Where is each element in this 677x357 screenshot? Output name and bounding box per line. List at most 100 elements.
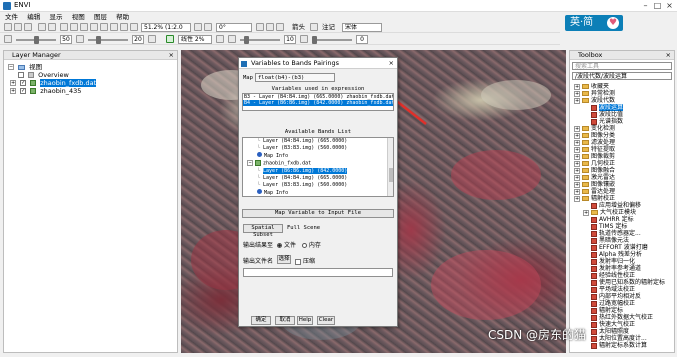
output-filename-field[interactable] xyxy=(243,268,393,277)
toolbox-item[interactable]: 波段比值 xyxy=(572,111,623,118)
close-icon[interactable]: × xyxy=(665,1,674,10)
histogram-icon[interactable] xyxy=(216,35,224,43)
toolbox-item[interactable]: 热红外数据大气校正 xyxy=(572,314,653,321)
spatial-subset-button[interactable]: Spatial Subset xyxy=(243,224,283,238)
rotate-right-icon[interactable] xyxy=(204,23,212,31)
menu-layer[interactable]: 图层 xyxy=(94,12,107,22)
toolbox-item[interactable]: + 图像融合 xyxy=(572,167,615,174)
zoom-combo[interactable]: 51.2% (1:2.0 xyxy=(141,23,191,32)
band-item[interactable]: └ Layer (B3:B3.img) (560.0000) xyxy=(243,182,393,189)
expand-icon[interactable]: + xyxy=(574,97,580,104)
expand-icon[interactable]: + xyxy=(574,181,580,188)
available-bands-list[interactable]: └ Layer (B4:B4.img) (665.0000) └ Layer (… xyxy=(242,137,394,197)
expand-icon[interactable]: + xyxy=(574,83,580,90)
bands-scrollbar-thumb[interactable] xyxy=(389,168,393,182)
help-button[interactable]: Help xyxy=(297,316,313,325)
variable-row-b4[interactable]: B4 - Layer (B6:B6.img) (842.0000) zhaobi… xyxy=(243,100,393,106)
toolbox-item[interactable]: 发射率归一化 xyxy=(572,258,635,265)
transparency-value[interactable]: 0 xyxy=(356,35,368,44)
toolbox-item[interactable]: 光谱指数 xyxy=(572,118,623,125)
toolbox-item[interactable]: 内部平均相对反 xyxy=(572,293,641,300)
band-item[interactable]: └ Layer (B4:B4.img) (665.0000) xyxy=(243,175,393,182)
contrast-knob[interactable] xyxy=(96,36,101,44)
toolbox-item[interactable]: + 图像裁剪 xyxy=(572,153,615,160)
toolbox-item[interactable]: 应用增益和偏移 xyxy=(572,202,641,209)
435-checkbox[interactable]: ✓ xyxy=(20,88,27,94)
menu-file[interactable]: 文件 xyxy=(5,12,18,22)
toolbox-item[interactable]: + 波段代数 xyxy=(572,97,615,104)
band-file[interactable]: − zhaobin_fxdb.dat xyxy=(243,160,393,168)
toolbox-item[interactable]: AVHRR 定标 xyxy=(572,216,634,223)
toolbox-item[interactable]: + 异常检测 xyxy=(572,90,615,97)
contrast-value[interactable]: 20 xyxy=(132,35,144,44)
choose-button[interactable]: 选择 xyxy=(277,255,291,264)
compress-checkbox[interactable] xyxy=(295,258,301,265)
map-variable-button[interactable]: Map Variable to Input File xyxy=(242,209,394,218)
toolbox-item[interactable]: + 特征提取 xyxy=(572,146,615,153)
stretch-types-icon[interactable] xyxy=(166,35,174,43)
toolbox-item[interactable]: + 滤波处理 xyxy=(572,139,615,146)
expand-icon[interactable]: + xyxy=(10,88,16,94)
toolbox-item[interactable]: 波段运算 xyxy=(572,104,624,111)
select-icon[interactable] xyxy=(60,23,68,31)
menu-display[interactable]: 显示 xyxy=(49,12,62,22)
toolbox-item[interactable]: 轨道传感器定... xyxy=(572,230,641,237)
zoom-in-icon[interactable] xyxy=(110,23,118,31)
toolbox-item[interactable]: + 雷达处理 xyxy=(572,188,615,195)
toolbox-item[interactable]: Alpha 残差分析 xyxy=(572,251,642,258)
toolbox-path-field[interactable]: /波段代数/波段运算 xyxy=(572,72,672,80)
dialog-close-icon[interactable]: × xyxy=(389,58,394,69)
band-item-selected[interactable]: └ Layer (B6:B6.img) (842.0000) xyxy=(243,167,393,175)
output-file-radio[interactable] xyxy=(276,243,282,248)
maximize-icon[interactable]: □ xyxy=(653,1,662,10)
output-memory-radio[interactable] xyxy=(301,243,307,248)
panel-close-icon[interactable]: × xyxy=(169,51,174,60)
sharpen-value[interactable]: 10 xyxy=(284,35,296,44)
band-map-info[interactable]: Map Info xyxy=(243,152,393,160)
expand-icon[interactable]: + xyxy=(574,139,580,146)
collapse-icon[interactable]: − xyxy=(8,64,14,70)
layer-item-435[interactable]: + ✓ zhaobin_435 xyxy=(8,87,96,95)
brightness-value[interactable]: 50 xyxy=(60,35,72,44)
vector-icon[interactable] xyxy=(276,23,284,31)
expand-icon[interactable]: + xyxy=(583,209,589,216)
fxdb-checkbox[interactable]: ✓ xyxy=(20,80,27,86)
menu-edit[interactable]: 编辑 xyxy=(27,12,40,22)
toolbox-search-input[interactable]: 搜索工具 xyxy=(572,62,672,70)
expand-icon[interactable]: + xyxy=(574,153,580,160)
toolbox-item[interactable]: 辐射定标 xyxy=(572,307,623,314)
arrow-tool-label[interactable]: 箭头 xyxy=(292,23,305,32)
toolbox-item[interactable]: 黑暗像元法 xyxy=(572,237,629,244)
expand-icon[interactable]: + xyxy=(574,195,580,202)
layer-item-fxdb[interactable]: + ✓ zhaobin_fxdb.dat xyxy=(8,79,97,87)
menu-view[interactable]: 视图 xyxy=(72,12,85,22)
expand-icon[interactable]: + xyxy=(574,188,580,195)
transparency-knob[interactable] xyxy=(312,36,317,44)
zoom-icon[interactable] xyxy=(80,23,88,31)
cancel-button[interactable]: 取消 xyxy=(275,316,295,325)
toolbox-item[interactable]: + 几何校正 xyxy=(572,160,615,167)
rotate-left-icon[interactable] xyxy=(194,23,202,31)
overview-checkbox[interactable] xyxy=(18,72,24,78)
pan-icon[interactable] xyxy=(70,23,78,31)
toolbox-item[interactable]: 辐射定标系数计算 xyxy=(572,342,647,349)
toolbox-item[interactable]: + 辐射校正 xyxy=(572,195,615,202)
layer-tree-root[interactable]: − 视图 xyxy=(8,63,96,71)
band-item[interactable]: └ Layer (B3:B3.img) (560.0000) xyxy=(243,145,393,152)
stretch-icon[interactable] xyxy=(148,35,156,43)
layer-icon[interactable] xyxy=(38,23,46,31)
variables-list[interactable]: B3 - Layer (B4:B4.img) (665.0000) zhaobi… xyxy=(242,93,394,111)
font-combo[interactable]: 宋体 xyxy=(342,23,382,32)
brightness-knob[interactable] xyxy=(34,36,39,44)
expand-icon[interactable]: + xyxy=(574,160,580,167)
open-file-icon[interactable] xyxy=(4,23,12,31)
ok-button[interactable]: 确定 xyxy=(251,316,271,325)
zoom-out-icon[interactable] xyxy=(120,23,128,31)
layer-item-overview[interactable]: Overview xyxy=(8,71,96,79)
expression-field[interactable]: float(b4)-(b3) xyxy=(255,73,335,82)
expand-icon[interactable]: + xyxy=(574,167,580,174)
toolbox-item[interactable]: 使用已知系数的辐射定标 xyxy=(572,279,665,286)
toolbox-item[interactable]: + 收藏夹 xyxy=(572,83,609,90)
panel-close-icon[interactable]: × xyxy=(666,51,671,60)
fly-icon[interactable] xyxy=(90,23,98,31)
